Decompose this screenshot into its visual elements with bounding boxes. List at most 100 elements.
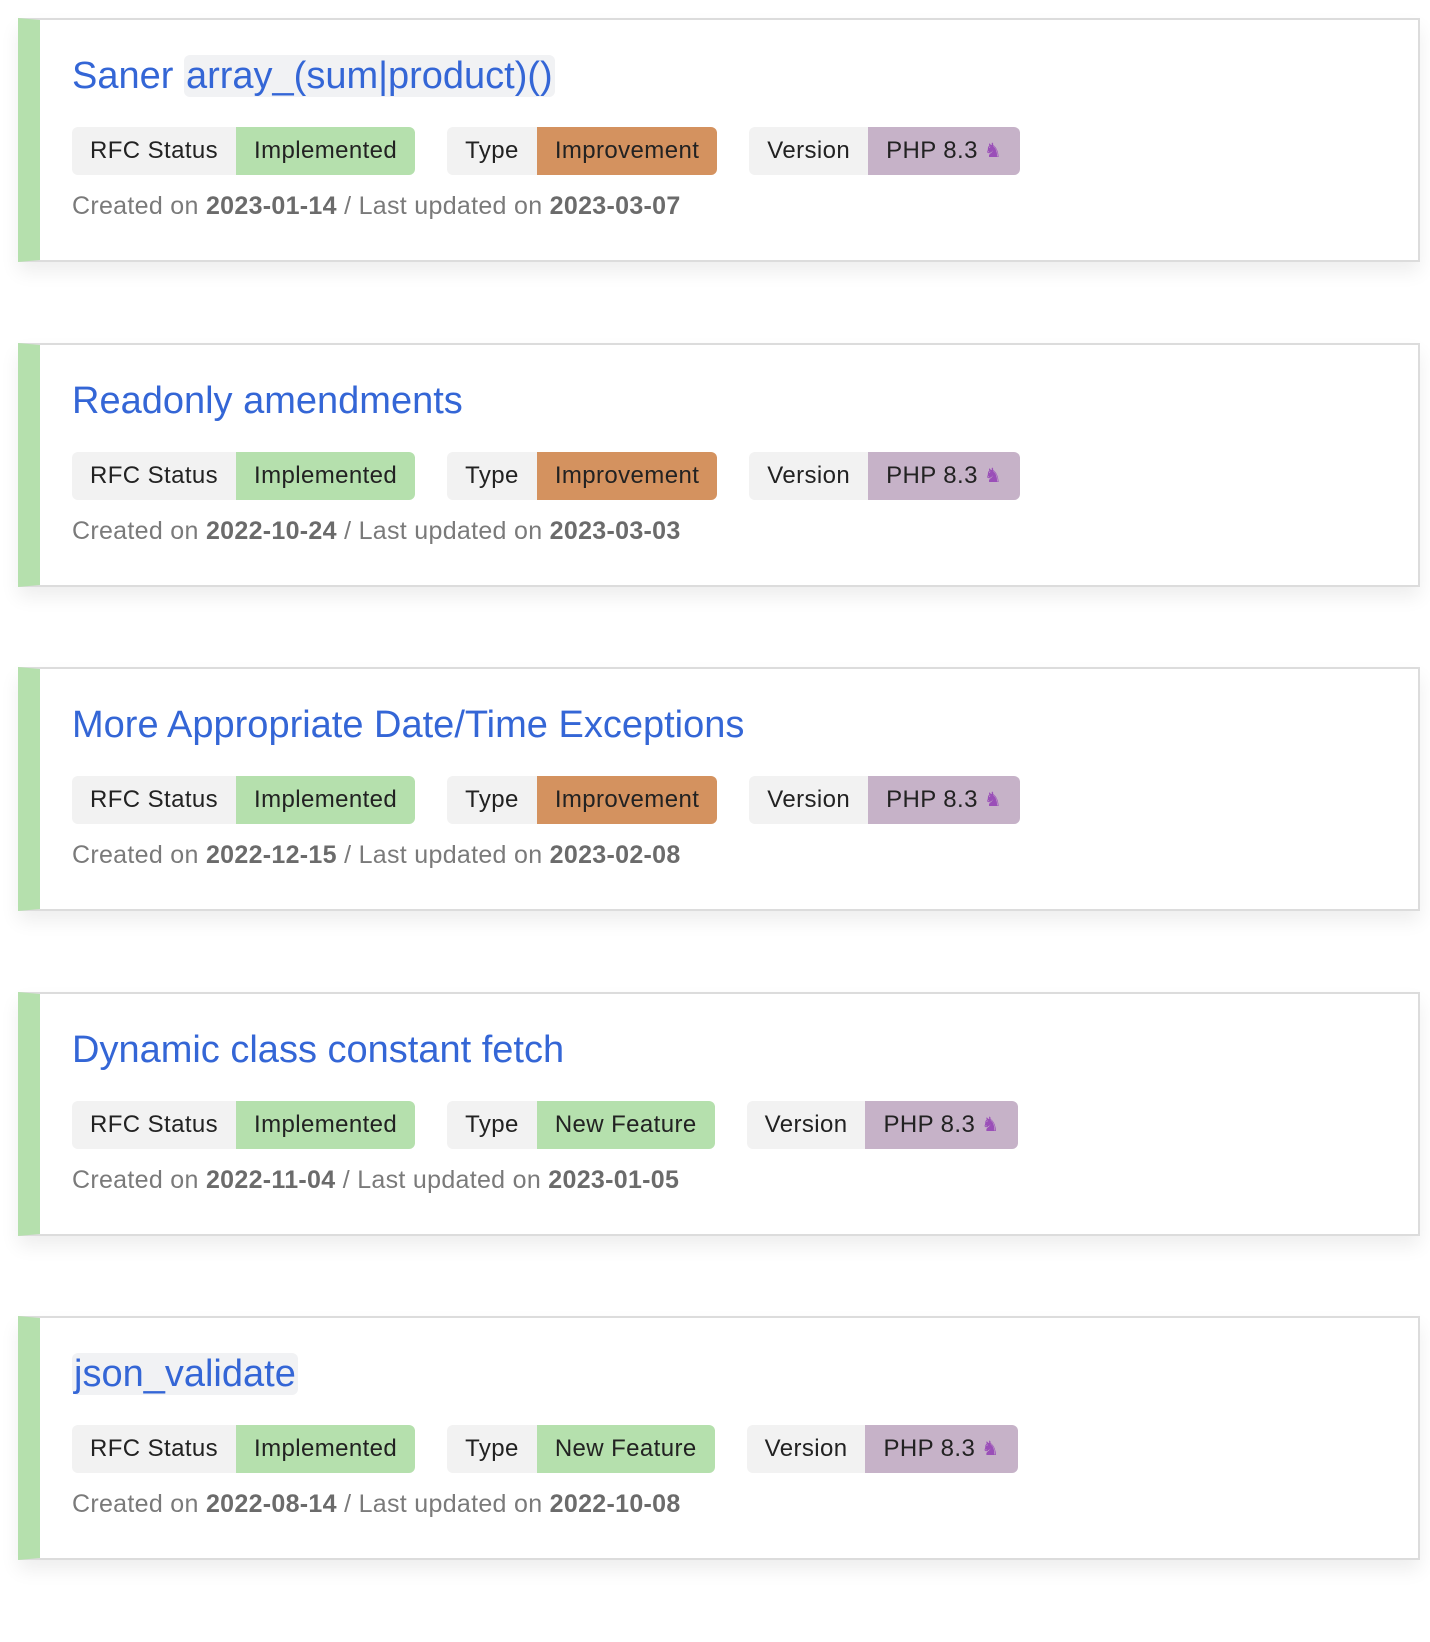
rfc-title-text: More Appropriate Date/Time Exceptions bbox=[72, 704, 745, 746]
status-value: Implemented bbox=[236, 1425, 416, 1473]
updated-date: 2023-02-08 bbox=[549, 841, 681, 869]
rfc-title-link[interactable]: json_validate bbox=[72, 1346, 298, 1402]
rfc-dates: Created on 2022-10-24 / Last updated on … bbox=[72, 513, 681, 549]
created-date: 2022-10-24 bbox=[205, 517, 337, 545]
status-tag: RFC Status Implemented bbox=[72, 776, 416, 824]
status-key: RFC Status bbox=[72, 452, 237, 500]
updated-prefix: / Last updated on bbox=[344, 1490, 543, 1518]
created-date: 2022-11-04 bbox=[205, 1166, 336, 1194]
type-key: Type bbox=[447, 452, 537, 500]
status-value: Implemented bbox=[236, 127, 416, 175]
version-tag: Version PHP 8.3 ♞ bbox=[749, 776, 1021, 824]
version-key: Version bbox=[749, 127, 869, 175]
version-tag: Version PHP 8.3 ♞ bbox=[749, 452, 1021, 500]
type-value: Improvement bbox=[536, 127, 718, 175]
rfc-dates: Created on 2022-12-15 / Last updated on … bbox=[72, 837, 681, 873]
type-tag: Type Improvement bbox=[447, 127, 718, 175]
rfc-card: json_validate RFC Status Implemented Type… bbox=[18, 1316, 1420, 1560]
type-value: New Feature bbox=[536, 1101, 715, 1149]
updated-date: 2023-01-05 bbox=[548, 1166, 680, 1194]
version-text: PHP 8.3 bbox=[883, 1435, 976, 1462]
status-tag: RFC Status Implemented bbox=[72, 1425, 416, 1473]
rfc-title-link[interactable]: More Appropriate Date/Time Exceptions bbox=[72, 697, 744, 753]
rfc-dates: Created on 2023-01-14 / Last updated on … bbox=[72, 188, 681, 224]
status-key: RFC Status bbox=[72, 1101, 237, 1149]
status-tag: RFC Status Implemented bbox=[72, 1101, 416, 1149]
version-text: PHP 8.3 bbox=[883, 1111, 976, 1138]
rfc-title-link[interactable]: Readonly amendments bbox=[72, 373, 463, 429]
type-key: Type bbox=[447, 776, 537, 824]
type-value: Improvement bbox=[536, 776, 718, 824]
status-value: Implemented bbox=[236, 452, 416, 500]
updated-date: 2023-03-07 bbox=[549, 192, 681, 220]
created-prefix: Created on bbox=[72, 517, 199, 545]
rfc-title-text: Dynamic class constant fetch bbox=[72, 1029, 565, 1071]
updated-prefix: / Last updated on bbox=[344, 192, 543, 220]
version-tag: Version PHP 8.3 ♞ bbox=[746, 1425, 1018, 1473]
status-key: RFC Status bbox=[72, 1425, 237, 1473]
rfc-card: More Appropriate Date/Time Exceptions RF… bbox=[18, 667, 1420, 911]
version-key: Version bbox=[746, 1101, 866, 1149]
status-key: RFC Status bbox=[72, 127, 237, 175]
type-tag: Type Improvement bbox=[447, 776, 718, 824]
rfc-tags: RFC Status Implemented Type Improvement Ve… bbox=[72, 452, 1021, 500]
unicorn-icon: ♞ bbox=[981, 1114, 1000, 1136]
rfc-tags: RFC Status Implemented Type New Feature Ve… bbox=[72, 1101, 1018, 1149]
type-tag: Type New Feature bbox=[447, 1101, 715, 1149]
unicorn-icon: ♞ bbox=[983, 140, 1003, 162]
version-value: PHP 8.3 ♞ bbox=[865, 1101, 1018, 1149]
version-text: PHP 8.3 bbox=[886, 462, 978, 489]
version-tag: Version PHP 8.3 ♞ bbox=[746, 1101, 1018, 1149]
version-key: Version bbox=[749, 776, 869, 824]
rfc-card: Saner array_(sum|product)() RFC Status Im… bbox=[18, 18, 1420, 262]
unicorn-icon: ♞ bbox=[983, 789, 1003, 811]
updated-prefix: / Last updated on bbox=[344, 517, 543, 545]
version-key: Version bbox=[749, 452, 869, 500]
created-date: 2023-01-14 bbox=[205, 192, 337, 220]
rfc-title-link[interactable]: Dynamic class constant fetch bbox=[72, 1022, 564, 1078]
type-key: Type bbox=[447, 1425, 537, 1473]
status-key: RFC Status bbox=[72, 776, 237, 824]
type-key: Type bbox=[447, 127, 537, 175]
created-prefix: Created on bbox=[72, 192, 199, 220]
version-value: PHP 8.3 ♞ bbox=[865, 1425, 1018, 1473]
type-tag: Type Improvement bbox=[447, 452, 718, 500]
unicorn-icon: ♞ bbox=[981, 1438, 1000, 1460]
created-prefix: Created on bbox=[72, 1490, 199, 1518]
version-tag: Version PHP 8.3 ♞ bbox=[749, 127, 1021, 175]
version-value: PHP 8.3 ♞ bbox=[868, 776, 1021, 824]
created-date: 2022-12-15 bbox=[205, 841, 337, 869]
version-key: Version bbox=[746, 1425, 866, 1473]
updated-date: 2022-10-08 bbox=[549, 1490, 681, 1518]
rfc-dates: Created on 2022-11-04 / Last updated on … bbox=[72, 1162, 679, 1198]
type-value: New Feature bbox=[536, 1425, 715, 1473]
created-prefix: Created on bbox=[72, 841, 199, 869]
status-value: Implemented bbox=[236, 1101, 416, 1149]
status-value: Implemented bbox=[236, 776, 416, 824]
created-prefix: Created on bbox=[72, 1166, 199, 1194]
updated-prefix: / Last updated on bbox=[342, 1166, 542, 1194]
status-tag: RFC Status Implemented bbox=[72, 127, 416, 175]
rfc-tags: RFC Status Implemented Type Improvement Ve… bbox=[72, 776, 1021, 824]
created-date: 2022-08-14 bbox=[205, 1490, 337, 1518]
type-tag: Type New Feature bbox=[447, 1425, 715, 1473]
unicorn-icon: ♞ bbox=[983, 465, 1003, 487]
version-value: PHP 8.3 ♞ bbox=[868, 127, 1021, 175]
updated-date: 2023-03-03 bbox=[549, 517, 681, 545]
rfc-title-text: Readonly amendments bbox=[72, 380, 463, 422]
version-text: PHP 8.3 bbox=[886, 786, 978, 813]
type-value: Improvement bbox=[536, 452, 718, 500]
rfc-dates: Created on 2022-08-14 / Last updated on … bbox=[72, 1486, 681, 1522]
rfc-tags: RFC Status Implemented Type Improvement Ve… bbox=[72, 127, 1021, 175]
rfc-title-code: array_(sum|product)() bbox=[183, 55, 555, 97]
rfc-card: Dynamic class constant fetch RFC Status I… bbox=[18, 992, 1420, 1236]
version-value: PHP 8.3 ♞ bbox=[868, 452, 1021, 500]
version-text: PHP 8.3 bbox=[886, 137, 978, 164]
rfc-card: Readonly amendments RFC Status Implemente… bbox=[18, 343, 1420, 587]
rfc-tags: RFC Status Implemented Type New Feature Ve… bbox=[72, 1425, 1018, 1473]
rfc-title-link[interactable]: Saner array_(sum|product)() bbox=[72, 48, 555, 104]
updated-prefix: / Last updated on bbox=[344, 841, 543, 869]
rfc-title-code: json_validate bbox=[72, 1353, 298, 1395]
type-key: Type bbox=[447, 1101, 537, 1149]
status-tag: RFC Status Implemented bbox=[72, 452, 416, 500]
